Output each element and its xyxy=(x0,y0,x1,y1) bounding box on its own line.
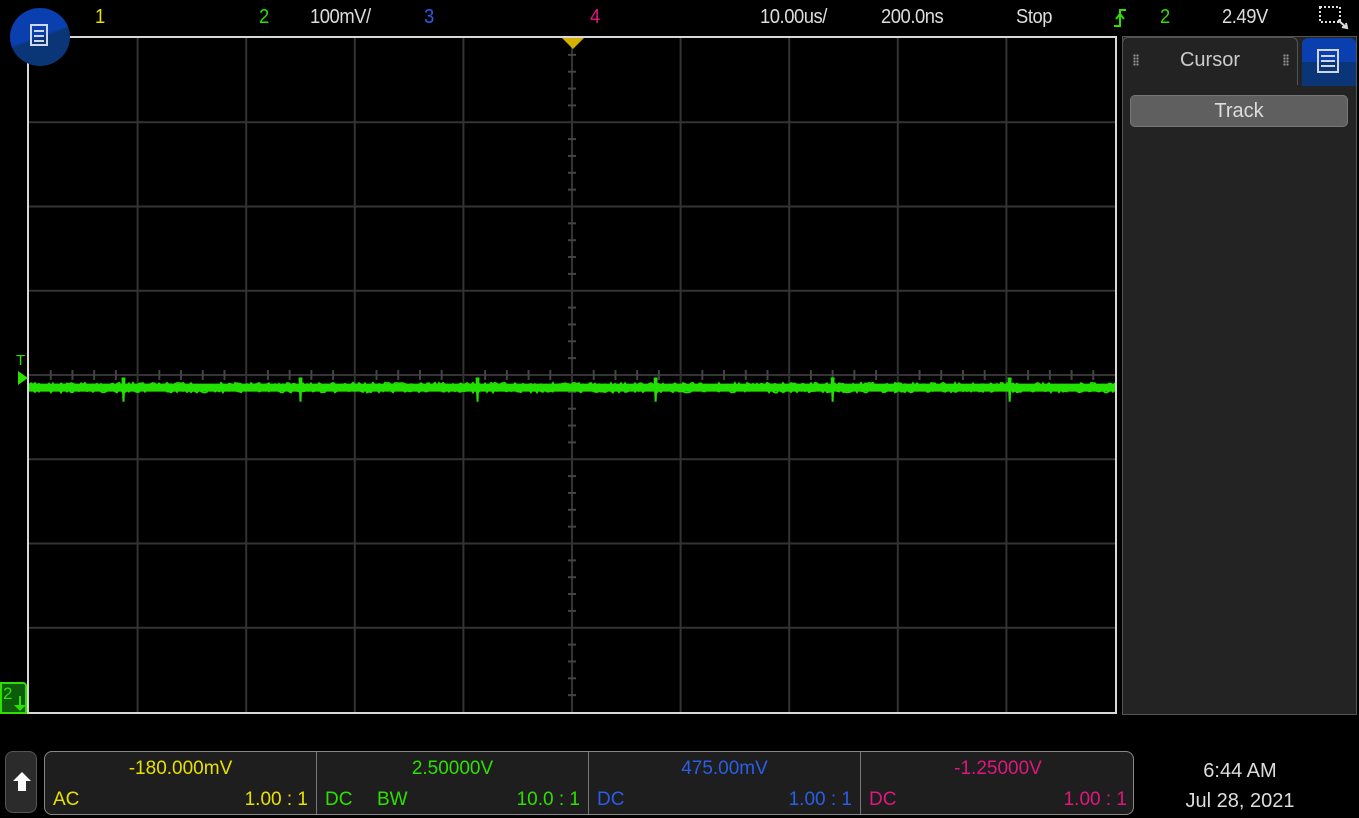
ch4-coupling: DC xyxy=(869,789,897,810)
ch3-offset: 475.00mV xyxy=(681,758,768,779)
ch2-spike xyxy=(298,377,303,402)
cursor-panel xyxy=(1122,36,1357,715)
ch2-probe-ratio: 10.0 : 1 xyxy=(516,789,580,810)
status-bar: 1 2 100mV/ 3 4 10.00us/ 200.0ns Stop 2 2… xyxy=(0,0,1359,36)
ch4-label[interactable]: 4 xyxy=(590,5,600,29)
ch2-bw-limit: BW xyxy=(377,789,408,810)
graticule xyxy=(29,38,1115,712)
ch2-spike xyxy=(830,377,835,402)
ch2-offset: 2.50000V xyxy=(411,758,494,779)
drag-handle-icon[interactable] xyxy=(1283,54,1289,66)
trigger-level-marker[interactable]: T xyxy=(14,353,28,393)
side-menu-button[interactable] xyxy=(1302,38,1356,86)
channel-info-bar: -180.000mV AC 1.00 : 1 2.50000V DC BW 10… xyxy=(44,751,1134,815)
ch4-info[interactable]: -1.25000V DC 1.00 : 1 xyxy=(861,752,1133,814)
ch1-coupling: AC xyxy=(53,789,80,810)
run-state[interactable]: Stop xyxy=(1016,5,1052,29)
box-select-icon[interactable] xyxy=(1318,5,1350,36)
ch1-info[interactable]: -180.000mV AC 1.00 : 1 xyxy=(45,752,317,814)
ch2-ground-label: 2 xyxy=(3,684,13,703)
arrow-up-icon xyxy=(13,772,31,791)
trigger-position-marker[interactable] xyxy=(562,37,584,55)
ch2-spike xyxy=(653,377,658,402)
ch3-label[interactable]: 3 xyxy=(424,5,434,29)
time-delay[interactable]: 200.0ns xyxy=(881,5,944,29)
cursor-tab-label: Cursor xyxy=(1179,49,1240,71)
ch2-spike xyxy=(1007,377,1012,402)
cursor-tab[interactable]: Cursor xyxy=(1122,37,1298,85)
ch2-label[interactable]: 2 xyxy=(259,5,269,29)
ch4-probe-ratio: 1.00 : 1 xyxy=(1063,789,1127,810)
main-menu-button[interactable] xyxy=(10,8,70,66)
trigger-marker-shape xyxy=(562,38,584,49)
expand-up-button[interactable] xyxy=(5,751,37,813)
clock-time: 6:44 AM xyxy=(1203,760,1277,782)
ch3-info[interactable]: 475.00mV DC 1.00 : 1 xyxy=(589,752,861,814)
ch1-offset: -180.000mV xyxy=(128,758,233,779)
trigger-source[interactable]: 2 xyxy=(1160,5,1170,29)
ch2-spike xyxy=(121,377,126,402)
waveform-display[interactable] xyxy=(27,36,1117,714)
ch3-coupling: DC xyxy=(597,789,625,810)
ch2-scale[interactable]: 100mV/ xyxy=(310,5,371,29)
ch2-info[interactable]: 2.50000V DC BW 10.0 : 1 xyxy=(317,752,589,814)
ch1-probe-ratio: 1.00 : 1 xyxy=(244,789,308,810)
menu-icon xyxy=(30,24,48,46)
menu-icon xyxy=(1317,49,1339,73)
clock: 6:44 AM Jul 28, 2021 xyxy=(1150,756,1330,816)
ch2-spike xyxy=(475,377,480,402)
track-button[interactable]: Track xyxy=(1130,95,1348,127)
clock-date: Jul 28, 2021 xyxy=(1185,790,1295,812)
rising-edge-icon[interactable] xyxy=(1112,7,1128,34)
timebase-scale[interactable]: 10.00us/ xyxy=(760,5,827,29)
ch1-label[interactable]: 1 xyxy=(95,5,105,29)
ch3-probe-ratio: 1.00 : 1 xyxy=(788,789,852,810)
trigger-level[interactable]: 2.49V xyxy=(1222,5,1268,29)
ch2-ground-marker[interactable]: 2 xyxy=(0,682,27,714)
ch2-coupling: DC xyxy=(325,789,353,810)
trigger-level-label: T xyxy=(16,352,26,369)
ch4-offset: -1.25000V xyxy=(954,758,1042,779)
